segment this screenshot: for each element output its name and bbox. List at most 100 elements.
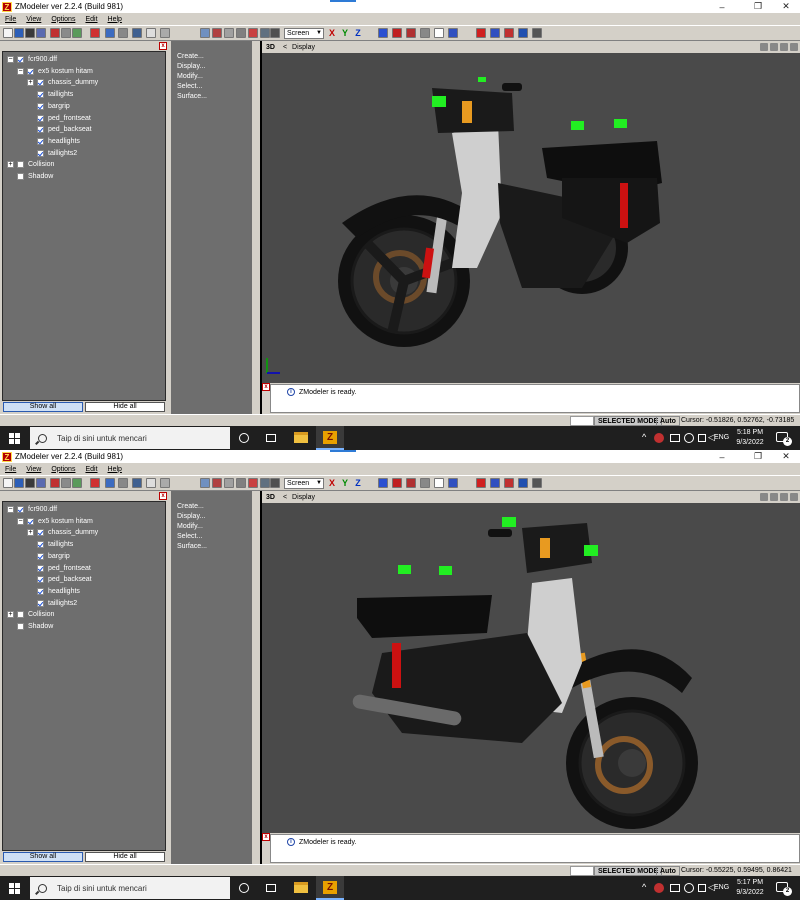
tree-item[interactable]: bargrip <box>27 551 70 562</box>
tree-expander[interactable]: − <box>7 506 14 513</box>
toolbar-tool-icon[interactable] <box>236 478 246 488</box>
visibility-checkbox[interactable] <box>37 541 44 549</box>
tree-item[interactable]: taillights <box>27 89 73 100</box>
tree-item[interactable]: − fcr900.dff <box>7 54 57 65</box>
minimize-button[interactable]: – <box>708 0 736 13</box>
toolbar-tool-icon[interactable] <box>200 28 210 38</box>
zoom-icon[interactable] <box>780 43 788 51</box>
command-select[interactable]: Select... <box>177 83 202 90</box>
status-snap[interactable]: Auto <box>656 866 680 876</box>
tree-item[interactable]: ped_backseat <box>27 124 92 135</box>
toolbar-tool-icon[interactable] <box>3 478 13 488</box>
taskbar-search[interactable]: Taip di sini untuk mencari <box>30 427 230 449</box>
visibility-checkbox[interactable] <box>37 552 44 560</box>
timeline-icon[interactable] <box>266 884 276 892</box>
tree-item[interactable]: taillights2 <box>27 148 77 159</box>
viewport-3d[interactable]: 3D < Display <box>262 41 800 383</box>
toolbar-tool-icon[interactable] <box>236 28 246 38</box>
toolbar-tool-icon[interactable] <box>118 478 128 488</box>
toolbar-tool-icon[interactable] <box>532 28 542 38</box>
tree-item[interactable]: + chassis_dummy <box>27 527 98 538</box>
visibility-checkbox[interactable] <box>37 529 44 537</box>
clock-time[interactable]: 5:18 PM <box>732 429 768 436</box>
command-surface[interactable]: Surface... <box>177 93 207 100</box>
clock-time[interactable]: 5:17 PM <box>732 879 768 886</box>
tree-item[interactable]: ped_frontseat <box>27 113 91 124</box>
visibility-checkbox[interactable] <box>37 587 44 595</box>
menu-help[interactable]: Help <box>103 16 127 23</box>
toolbar-tool-icon[interactable] <box>378 28 388 38</box>
tree-item[interactable]: bargrip <box>27 101 70 112</box>
visibility-checkbox[interactable] <box>37 79 44 87</box>
tree-item[interactable]: − ex5 kostum hitam <box>17 66 93 77</box>
visibility-checkbox[interactable] <box>37 114 44 122</box>
visibility-checkbox[interactable] <box>37 564 44 572</box>
tree-expander[interactable]: − <box>17 67 24 75</box>
toolbar-tool-icon[interactable] <box>36 478 46 488</box>
visibility-checkbox[interactable] <box>37 599 44 607</box>
viewport-3d[interactable]: 3D < Display <box>262 491 800 833</box>
toolbar-tool-icon[interactable] <box>132 478 142 488</box>
maximize-button[interactable]: ❐ <box>744 0 772 13</box>
command-select[interactable]: Select... <box>177 533 202 540</box>
toolbar-tool-icon[interactable] <box>118 28 128 38</box>
tray-app-icon[interactable] <box>654 433 664 443</box>
visibility-checkbox[interactable] <box>27 517 34 525</box>
toolbar-tool-icon[interactable] <box>504 28 514 38</box>
tree-expander[interactable]: − <box>17 517 24 525</box>
menu-file[interactable]: File <box>0 466 21 473</box>
menu-edit[interactable]: Edit <box>80 16 102 23</box>
maximize-icon[interactable] <box>790 43 798 51</box>
visibility-checkbox[interactable] <box>37 91 44 99</box>
toolbar-tool-icon[interactable] <box>518 28 528 38</box>
tree-item[interactable]: headlights <box>27 136 80 147</box>
timeline-icon[interactable] <box>266 434 276 442</box>
network-icon[interactable] <box>684 883 694 893</box>
view-mode-select[interactable]: Screen ▼ <box>284 478 324 489</box>
viewport-arrow-icon[interactable]: < <box>283 44 287 51</box>
toolbar-tool-icon[interactable] <box>146 478 156 488</box>
rotate-icon[interactable] <box>770 493 778 501</box>
toolbar-tool-icon[interactable] <box>476 478 486 488</box>
toolbar-tool-icon[interactable] <box>90 28 100 38</box>
toolbar-tool-icon[interactable] <box>420 478 430 488</box>
axis-y-button[interactable]: Y <box>340 478 350 489</box>
visibility-checkbox[interactable] <box>17 161 24 169</box>
toolbar-tool-icon[interactable] <box>50 478 60 488</box>
network-icon[interactable] <box>684 433 694 443</box>
hand-icon[interactable] <box>760 43 768 51</box>
tree-expander[interactable]: + <box>27 529 34 537</box>
taskbar-search[interactable]: Taip di sini untuk mencari <box>30 877 230 899</box>
viewport-mode[interactable]: 3D <box>266 494 275 501</box>
tree-item[interactable]: + Collision <box>7 159 54 170</box>
tree-expander[interactable]: + <box>27 79 34 87</box>
viewport-arrow-icon[interactable]: < <box>283 494 287 501</box>
toolbar-tool-icon[interactable] <box>61 28 71 38</box>
tree-expander[interactable]: − <box>7 56 14 63</box>
menu-options[interactable]: Options <box>46 466 80 473</box>
tree-item[interactable]: taillights <box>27 539 73 550</box>
menu-options[interactable]: Options <box>46 16 80 23</box>
hide-all-button[interactable]: Hide all <box>85 402 165 412</box>
toolbar-tool-icon[interactable] <box>212 478 222 488</box>
menu-edit[interactable]: Edit <box>80 466 102 473</box>
toolbar-tool-icon[interactable] <box>105 28 115 38</box>
tree-item[interactable]: ped_backseat <box>27 574 92 585</box>
visibility-checkbox[interactable] <box>17 506 24 513</box>
toolbar-tool-icon[interactable] <box>490 28 500 38</box>
tree-expander[interactable]: + <box>7 161 14 169</box>
toolbar-tool-icon[interactable] <box>476 28 486 38</box>
menu-view[interactable]: View <box>21 16 46 23</box>
toolbar-tool-icon[interactable] <box>260 28 270 38</box>
show-all-button[interactable]: Show all <box>3 402 83 412</box>
notification-icon[interactable]: 2 <box>776 432 792 446</box>
tray-battery-icon[interactable] <box>670 884 680 892</box>
command-display[interactable]: Display... <box>177 513 205 520</box>
tray-battery-icon[interactable] <box>670 434 680 442</box>
maximize-button[interactable]: ❐ <box>744 450 772 463</box>
tree-item[interactable]: ped_frontseat <box>27 563 91 574</box>
command-panel-scrollbar[interactable] <box>252 41 260 414</box>
tree-item[interactable]: headlights <box>27 586 80 597</box>
toolbar-tool-icon[interactable] <box>448 478 458 488</box>
maximize-icon[interactable] <box>790 493 798 501</box>
